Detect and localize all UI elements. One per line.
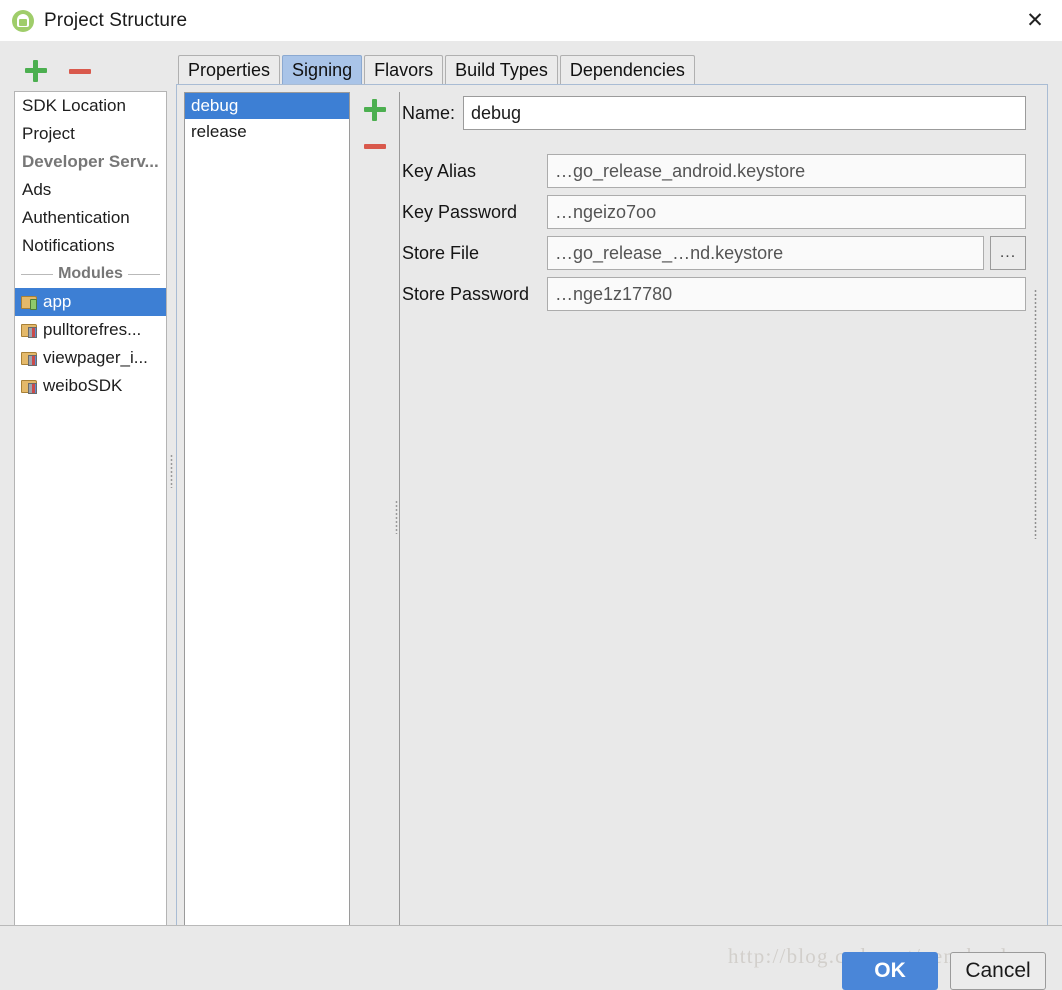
sidebar-item-viewpager[interactable]: viewpager_i... — [15, 344, 166, 372]
sidebar-item-pulltorefresh[interactable]: pulltorefres... — [15, 316, 166, 344]
module-library-icon — [21, 351, 38, 366]
tab-build-types[interactable]: Build Types — [445, 55, 558, 85]
sidebar-item-project[interactable]: Project — [15, 120, 166, 148]
signing-config-toolbar — [354, 92, 396, 946]
splitter-grip — [394, 500, 398, 534]
module-library-icon — [21, 323, 38, 338]
list-item[interactable]: debug — [185, 93, 349, 119]
sidebar-splitter[interactable] — [167, 431, 175, 511]
tab-properties[interactable]: Properties — [178, 55, 281, 85]
sidebar-item-app[interactable]: app — [15, 288, 166, 316]
sidebar-item-label: app — [43, 292, 72, 311]
group-rule-left — [21, 273, 54, 275]
sidebar-item-label: viewpager_i... — [43, 348, 148, 367]
sidebar-group-label: Modules — [58, 265, 123, 282]
list-item[interactable]: release — [185, 119, 349, 145]
sidebar-item-notifications[interactable]: Notifications — [15, 232, 166, 260]
add-signing-config-button[interactable] — [354, 92, 396, 128]
signing-form: Name: debug Key Alias …go_release_androi… — [399, 92, 1040, 942]
minus-icon — [364, 143, 386, 149]
plus-icon — [25, 60, 47, 82]
sidebar[interactable]: SDK Location Project Developer Serv... A… — [14, 91, 167, 949]
title-bar: Project Structure ✕ — [0, 0, 1062, 41]
sidebar-item-label: pulltorefres... — [43, 320, 142, 339]
key-alias-label: Key Alias — [402, 160, 477, 181]
plus-icon — [364, 99, 386, 121]
add-module-button[interactable] — [14, 54, 58, 88]
signing-panel: debug release Name: debug Key Alias …go_… — [176, 84, 1048, 950]
sidebar-header-developer-services: Developer Serv... — [22, 152, 159, 171]
minus-icon — [69, 68, 91, 74]
tab-signing[interactable]: Signing — [282, 55, 363, 85]
dialog-body: SDK Location Project Developer Serv... A… — [0, 41, 1062, 950]
android-studio-icon — [12, 9, 34, 32]
content-scrollbar[interactable] — [1029, 89, 1043, 945]
store-password-row: Store Password …nge1z17780 — [402, 277, 1026, 311]
tab-bar: Properties Signing Flavors Build Types D… — [178, 54, 1048, 85]
module-library-icon — [21, 379, 38, 394]
store-file-label: Store File — [402, 242, 480, 263]
sidebar-item-authentication[interactable]: Authentication — [15, 204, 166, 232]
tab-dependencies[interactable]: Dependencies — [559, 55, 695, 85]
key-alias-row: Key Alias …go_release_android.keystore — [402, 154, 1026, 188]
name-input[interactable]: debug — [463, 96, 1026, 130]
browse-store-file-button[interactable]: ... — [990, 236, 1026, 270]
cancel-button[interactable]: Cancel — [950, 952, 1046, 990]
key-alias-input[interactable]: …go_release_android.keystore — [547, 154, 1026, 188]
sidebar-group-modules: Modules — [15, 260, 166, 288]
name-row: Name: debug — [402, 96, 1026, 130]
store-file-input[interactable]: …go_release_…nd.keystore — [547, 236, 984, 270]
module-app-icon — [21, 295, 38, 310]
group-rule-right — [127, 273, 161, 275]
sidebar-item-label: weiboSDK — [43, 376, 123, 395]
key-password-label: Key Password — [402, 201, 518, 222]
tab-flavors[interactable]: Flavors — [364, 55, 444, 85]
sidebar-toolbar — [14, 51, 164, 91]
store-file-row: Store File …go_release_…nd.keystore ... — [402, 236, 1026, 270]
signing-config-list[interactable]: debug release — [184, 92, 350, 946]
signing-panel-inner: debug release Name: debug Key Alias …go_… — [179, 87, 1045, 947]
splitter-grip — [169, 454, 173, 488]
scrollbar-grip — [1034, 289, 1037, 539]
sidebar-item-weibosdk[interactable]: weiboSDK — [15, 372, 166, 400]
key-password-row: Key Password …ngeizo7oo — [402, 195, 1026, 229]
store-password-label: Store Password — [402, 283, 530, 304]
sidebar-item-ads[interactable]: Ads — [15, 176, 166, 204]
name-label: Name: — [402, 102, 456, 123]
key-password-input[interactable]: …ngeizo7oo — [547, 195, 1026, 229]
ok-button[interactable]: OK — [842, 952, 938, 990]
remove-signing-config-button[interactable] — [354, 128, 396, 164]
sidebar-item-sdk-location[interactable]: SDK Location — [15, 92, 166, 120]
window-title: Project Structure — [44, 9, 188, 31]
close-icon[interactable]: ✕ — [1008, 0, 1062, 41]
remove-module-button[interactable] — [58, 54, 102, 88]
store-password-input[interactable]: …nge1z17780 — [547, 277, 1026, 311]
